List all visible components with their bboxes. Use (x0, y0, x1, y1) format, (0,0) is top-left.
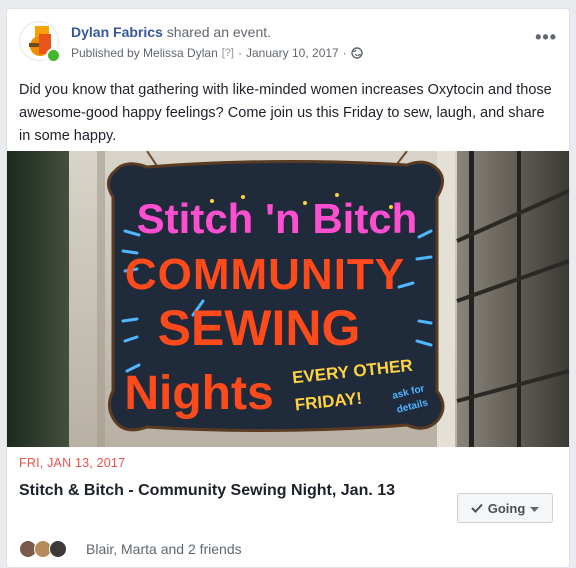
post-byline: Published by Melissa Dylan [?] · January… (71, 44, 363, 62)
going-label: Going (487, 500, 526, 516)
event-title-link[interactable]: Stitch & Bitch - Community Sewing Night,… (19, 480, 429, 501)
event-cover-photo[interactable]: Stitch 'n Bitch COMMUNITY SEWING Nights … (7, 151, 569, 447)
friend-avatars (19, 540, 67, 558)
post-body-text: Did you know that gathering with like-mi… (19, 82, 552, 144)
separator-dot: · (342, 46, 347, 60)
sign-line-1: Stitch 'n Bitch (137, 195, 418, 242)
event-info: FRI, JAN 13, 2017 Stitch & Bitch - Commu… (19, 456, 557, 566)
page-name-link[interactable]: Dylan Fabrics (71, 24, 163, 40)
more-options-icon[interactable]: ••• (535, 27, 557, 48)
going-button[interactable]: Going (457, 493, 553, 523)
sign-photo-svg: Stitch 'n Bitch COMMUNITY SEWING Nights … (7, 151, 569, 447)
friend-avatar (49, 540, 67, 558)
sign-line-4: Nights (124, 367, 273, 420)
post-headline: Dylan Fabrics shared an event. (71, 23, 363, 41)
online-status-dot (46, 48, 61, 63)
post-date-link[interactable]: January 10, 2017 (246, 44, 339, 62)
published-by-text: Published by Melissa Dylan (71, 46, 218, 60)
action-text: shared an event. (162, 24, 272, 40)
globe-icon[interactable] (351, 47, 363, 59)
caret-down-icon (530, 501, 540, 516)
event-date: FRI, JAN 13, 2017 (19, 456, 126, 470)
post-card: Dylan Fabrics shared an event. Published… (6, 8, 570, 568)
post-meta: Dylan Fabrics shared an event. Published… (71, 23, 363, 62)
checkmark-icon (471, 501, 483, 516)
friends-going-text: Blair, Marta and 2 friends (86, 541, 242, 557)
page-avatar[interactable] (19, 21, 61, 63)
sign-line-2: COMMUNITY (125, 250, 405, 299)
post-header: Dylan Fabrics shared an event. Published… (19, 21, 557, 65)
help-marker[interactable]: [?] (222, 44, 234, 62)
separator-dot: · (237, 46, 242, 60)
friends-going[interactable]: Blair, Marta and 2 friends (19, 540, 242, 558)
sign-line-3: SEWING (158, 300, 361, 356)
